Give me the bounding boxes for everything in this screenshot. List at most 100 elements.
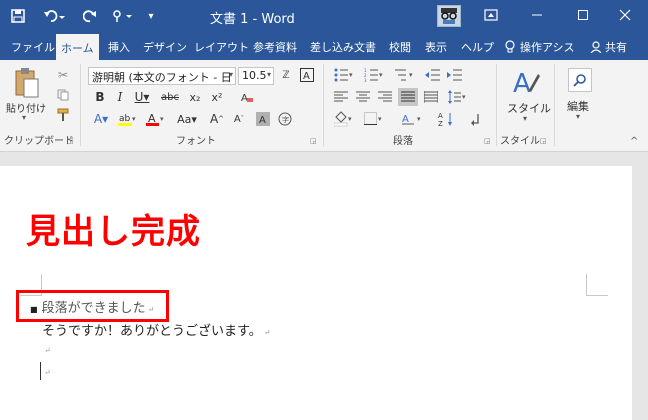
change-case-icon[interactable]: ℤ [277, 66, 295, 84]
font-size-menu-button[interactable]: Aa▾ [172, 110, 202, 128]
separator [80, 64, 81, 146]
clear-formatting-icon[interactable]: A [238, 88, 256, 106]
separator [554, 64, 555, 146]
chevron-down-icon: ▾ [266, 70, 271, 79]
grow-font-button[interactable]: A ^ [208, 110, 226, 128]
chevron-down-icon[interactable]: ▾ [523, 114, 527, 123]
save-icon[interactable] [8, 6, 28, 26]
document-page[interactable]: 見出し完成 ■ 段落ができました ↵ そうですか！ありがとうございます。 ↵ ↵ ↵ [0, 166, 632, 420]
align-right-icon[interactable] [376, 88, 394, 106]
character-border-icon[interactable]: A [298, 66, 316, 84]
paragraph-launcher-icon[interactable]: ◲ [484, 137, 491, 145]
numbering-icon[interactable]: 1 2 3 ▾ [362, 66, 386, 84]
chevron-down-icon[interactable]: ▾ [576, 112, 580, 121]
highlight-icon[interactable]: ab ▾ [116, 110, 140, 128]
empty-paragraph[interactable]: ↵ [42, 364, 51, 379]
shading-icon[interactable]: ▾ [332, 110, 356, 128]
styles-button-label[interactable]: スタイル [507, 100, 551, 116]
title-bar: ▾ 文書 1 - Word [0, 0, 648, 34]
chevron-down-icon: ▾ [228, 70, 233, 79]
tab-insert[interactable]: 挿入 [103, 34, 135, 60]
touch-mode-icon[interactable] [108, 6, 138, 26]
redo-icon[interactable] [80, 6, 100, 26]
align-center-icon[interactable] [354, 88, 372, 106]
justify-icon[interactable] [398, 88, 418, 106]
line-spacing-icon[interactable]: ▾ [446, 88, 470, 106]
distributed-icon[interactable] [422, 88, 440, 106]
search-icon[interactable] [568, 68, 592, 92]
tab-home[interactable]: ホーム [56, 34, 99, 61]
cut-icon[interactable]: ✂ [54, 66, 72, 84]
ribbon-tabs: ファイル ホーム 挿入 デザイン レイアウト 参考資料 差し込み文書 校閲 表示… [0, 34, 648, 61]
collapse-ribbon-icon[interactable]: ^ [630, 136, 638, 147]
underline-button[interactable]: U▾ [132, 88, 152, 106]
window-title: 文書 1 - Word [210, 12, 295, 27]
character-shading-icon[interactable]: A [254, 110, 272, 128]
italic-button[interactable]: I [112, 88, 128, 106]
tell-me-label: 操作アシス [520, 41, 575, 54]
font-color-icon[interactable]: A ▾ [144, 110, 168, 128]
superscript-button[interactable]: x² [208, 88, 226, 106]
paragraph-line-2[interactable]: そうですか！ありがとうございます。 ↵ [42, 320, 270, 339]
share-label: 共有 [605, 41, 627, 54]
text-effects-icon[interactable]: A▾ [90, 110, 112, 128]
share-button[interactable]: 共有 [586, 34, 632, 60]
svg-text:A: A [402, 114, 409, 125]
svg-text:A: A [438, 112, 443, 120]
tab-review[interactable]: 校閲 [384, 34, 416, 60]
crop-mark-right [586, 274, 608, 296]
font-size-combo[interactable]: 10.5 ▾ [238, 67, 274, 85]
tab-layout[interactable]: レイアウト [189, 34, 254, 60]
customize-toolbar-icon[interactable]: ▾ [144, 6, 158, 26]
document-area: 見出し完成 ■ 段落ができました ↵ そうですか！ありがとうございます。 ↵ ↵ ↵ [0, 152, 648, 420]
svg-text:▾: ▾ [462, 93, 466, 101]
tab-help[interactable]: ヘルプ [456, 34, 499, 60]
shrink-font-button[interactable]: Aˇ [230, 110, 248, 128]
clipboard-icon [15, 68, 39, 98]
svg-text:▾: ▾ [409, 71, 413, 79]
svg-text:▾: ▾ [160, 115, 164, 123]
strikethrough-button[interactable]: abc [158, 88, 182, 106]
tab-view[interactable]: 表示 [420, 34, 452, 60]
maximize-icon[interactable] [560, 0, 606, 30]
copy-icon[interactable] [54, 86, 72, 104]
bullets-icon[interactable]: ▾ [332, 66, 356, 84]
paste-dropdown-icon[interactable]: ▾ [22, 113, 26, 122]
bold-button[interactable]: B [92, 88, 108, 106]
enclose-characters-icon[interactable]: 字 [276, 110, 294, 128]
format-painter-icon[interactable] [54, 106, 72, 124]
undo-icon[interactable] [40, 6, 70, 26]
subscript-button[interactable]: x₂ [186, 88, 204, 106]
sort-icon[interactable]: AZ [436, 110, 460, 128]
empty-paragraph[interactable]: ↵ [42, 342, 51, 357]
multilevel-list-icon[interactable]: ▾ [392, 66, 416, 84]
increase-indent-icon[interactable] [446, 66, 464, 84]
tab-references[interactable]: 参考資料 [248, 34, 302, 60]
tab-file[interactable]: ファイル [6, 34, 60, 60]
asian-layout-icon[interactable]: A ▾ [400, 110, 428, 128]
svg-text:▾: ▾ [379, 71, 383, 79]
ribbon-display-icon[interactable] [468, 0, 514, 30]
styles-launcher-icon[interactable]: ◲ [540, 137, 547, 145]
minimize-icon[interactable] [514, 0, 560, 30]
svg-text:▾: ▾ [132, 115, 136, 123]
tab-design[interactable]: デザイン [138, 34, 192, 60]
annotation-heading: 見出し完成 [26, 212, 201, 252]
lightbulb-icon [505, 40, 515, 53]
avatar[interactable] [437, 5, 461, 27]
clipboard-launcher-icon[interactable]: ◲ [67, 137, 74, 145]
decrease-indent-icon[interactable] [424, 66, 442, 84]
tab-mailings[interactable]: 差し込み文書 [305, 34, 381, 60]
clipboard-group-label: クリップボード [4, 136, 74, 147]
font-name-combo[interactable]: 游明朝 (本文のフォント - 日 ▾ [88, 67, 236, 85]
borders-icon[interactable]: ▾ [362, 110, 386, 128]
annotation-highlight-box [16, 290, 169, 322]
tell-me-search[interactable]: 操作アシス [500, 34, 580, 60]
close-icon[interactable] [602, 0, 648, 30]
show-hide-marks-icon[interactable] [466, 110, 484, 128]
styles-gallery-icon[interactable]: A [506, 66, 544, 100]
svg-text:▾: ▾ [378, 115, 382, 123]
font-launcher-icon[interactable]: ◲ [310, 137, 317, 145]
paste-button[interactable] [10, 66, 44, 100]
align-left-icon[interactable] [332, 88, 350, 106]
